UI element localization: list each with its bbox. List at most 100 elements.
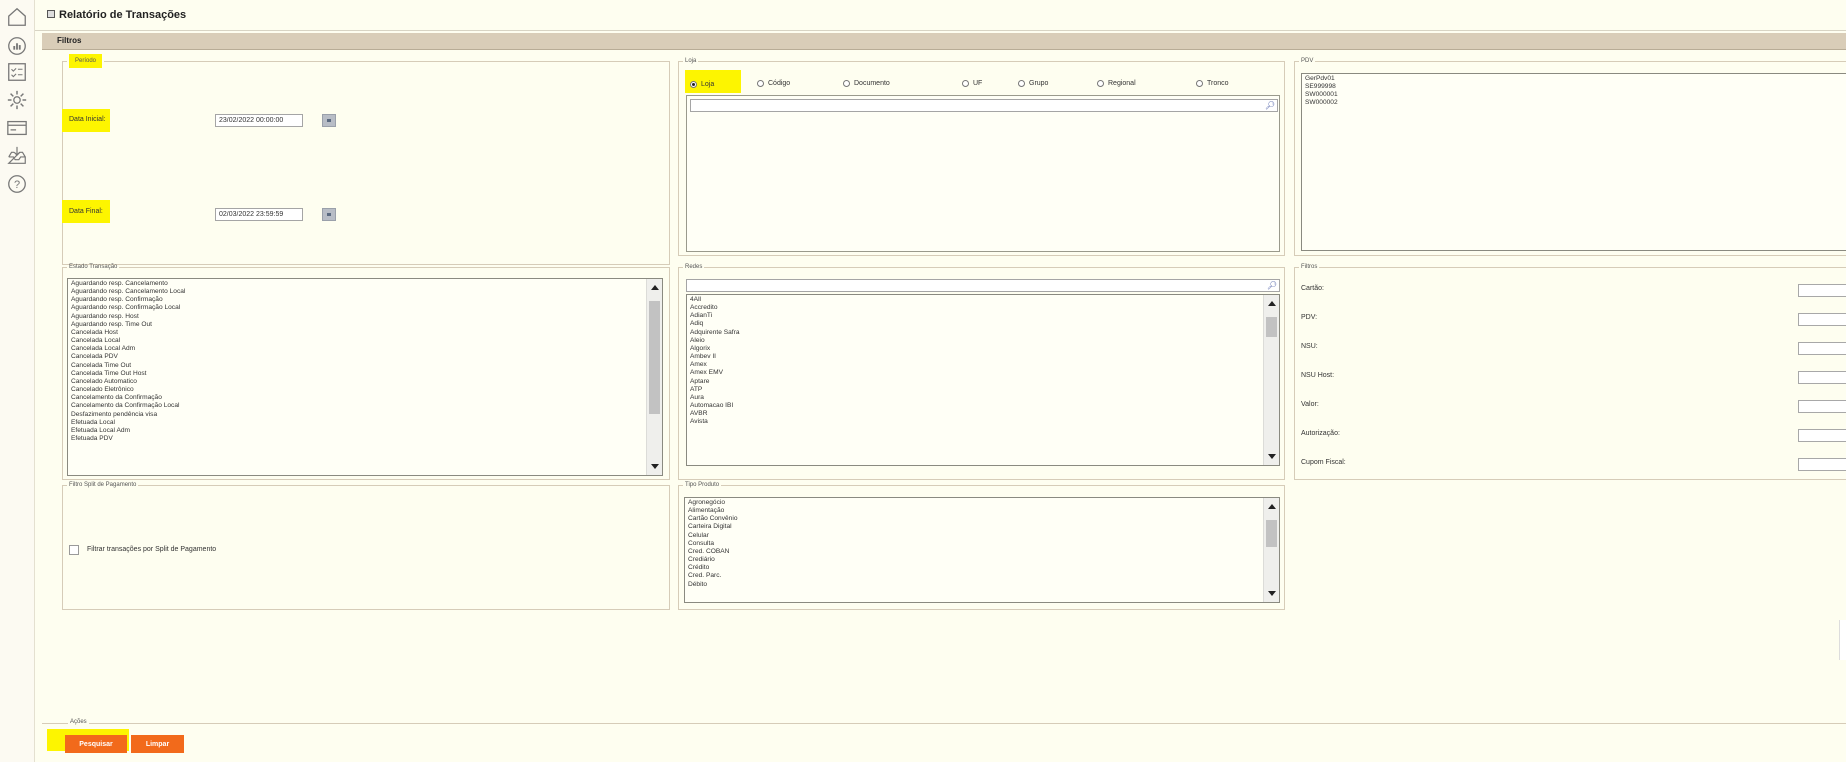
list-item[interactable]: Agronegócio	[688, 499, 1279, 507]
list-item[interactable]: Avista	[690, 418, 1279, 426]
split-checkbox[interactable]	[69, 545, 79, 555]
home-icon[interactable]	[5, 5, 29, 29]
list-item[interactable]: AdianTi	[690, 312, 1279, 320]
list-item[interactable]: Accredito	[690, 304, 1279, 312]
list-item[interactable]: Cancelamento da Confirmação	[71, 394, 662, 402]
scroll-down-arrow-icon[interactable]	[651, 464, 659, 469]
list-item[interactable]: Aguardando resp. Confirmação	[71, 296, 662, 304]
list-item[interactable]: Aptare	[690, 378, 1279, 386]
radio-codigo[interactable]: Código	[757, 80, 790, 87]
list-item[interactable]: Cred. Parc.	[688, 572, 1279, 580]
gear-icon[interactable]	[5, 88, 29, 112]
scrollbar[interactable]	[1263, 295, 1279, 465]
scroll-up-arrow-icon[interactable]	[651, 285, 659, 290]
scroll-thumb[interactable]	[1266, 317, 1277, 337]
list-item[interactable]: SW000001	[1305, 91, 1846, 99]
list-item[interactable]: Alimentação	[688, 507, 1279, 515]
list-item[interactable]: Cancelada Local Adm	[71, 345, 662, 353]
radio-loja[interactable]: Loja	[690, 81, 714, 88]
start-calendar-button[interactable]	[322, 114, 336, 127]
nsu-host-input[interactable]	[1798, 371, 1846, 384]
list-item[interactable]: Adiq	[690, 320, 1279, 328]
list-item[interactable]: Cancelado Eletrônico	[71, 386, 662, 394]
scrollbar[interactable]	[646, 279, 662, 475]
list-item[interactable]: Cancelado Automatico	[71, 378, 662, 386]
list-item[interactable]: Aura	[690, 394, 1279, 402]
list-item[interactable]: Débito	[688, 581, 1279, 589]
scroll-thumb[interactable]	[649, 301, 660, 414]
scroll-up-arrow-icon[interactable]	[1268, 301, 1276, 306]
list-item[interactable]: Aguardando resp. Cancelamento Local	[71, 288, 662, 296]
radio-tronco[interactable]: Tronco	[1196, 80, 1229, 87]
pdv-filter-input[interactable]	[1798, 313, 1846, 326]
list-item[interactable]: SW000002	[1305, 99, 1846, 107]
list-item[interactable]: Amex EMV	[690, 369, 1279, 377]
list-item[interactable]: Aleio	[690, 337, 1279, 345]
list-item[interactable]: GerPdv01	[1305, 75, 1846, 83]
scroll-down-arrow-icon[interactable]	[1268, 591, 1276, 596]
list-item[interactable]: Crediário	[688, 556, 1279, 564]
list-item[interactable]: Efetuada PDV	[71, 435, 662, 443]
list-item[interactable]: Celular	[688, 532, 1279, 540]
dashboard-icon[interactable]	[5, 34, 29, 58]
start-date-input[interactable]	[215, 114, 303, 127]
list-item[interactable]: Automacao IBI	[690, 402, 1279, 410]
list-item[interactable]: Cancelada PDV	[71, 353, 662, 361]
list-item[interactable]: Aguardando resp. Cancelamento	[71, 280, 662, 288]
list-item[interactable]: Carteira Digital	[688, 523, 1279, 531]
end-date-input[interactable]	[215, 208, 303, 221]
list-item[interactable]: Consulta	[688, 540, 1279, 548]
list-item[interactable]: Cancelada Time Out Host	[71, 370, 662, 378]
list-item[interactable]: 4All	[690, 296, 1279, 304]
list-item[interactable]: SE999998	[1305, 83, 1846, 91]
radio-uf[interactable]: UF	[962, 80, 982, 87]
list-item[interactable]: Cred. COBAN	[688, 548, 1279, 556]
search-button[interactable]: Pesquisar	[65, 735, 127, 753]
loja-search-input[interactable]: 🔎︎	[690, 99, 1278, 112]
clear-button[interactable]: Limpar	[131, 735, 184, 753]
list-item[interactable]: Aguardando resp. Time Out	[71, 321, 662, 329]
estado-listbox[interactable]: Aguardando resp. Cancelamento Aguardando…	[67, 278, 663, 476]
list-item[interactable]: AVBR	[690, 410, 1279, 418]
list-item[interactable]: Cancelada Host	[71, 329, 662, 337]
redes-search-input[interactable]: 🔎︎	[686, 279, 1280, 292]
nsu-input[interactable]	[1798, 342, 1846, 355]
list-item[interactable]: Ambev II	[690, 353, 1279, 361]
page-scroll-tab[interactable]	[1839, 620, 1846, 660]
magnifier-icon[interactable]: 🔎︎	[1267, 281, 1277, 290]
list-item[interactable]: Efetuada Local	[71, 419, 662, 427]
list-item[interactable]: Cancelamento da Confirmação Local	[71, 402, 662, 410]
help-icon[interactable]: ?	[5, 172, 29, 196]
checklist-icon[interactable]	[5, 60, 29, 84]
card-icon[interactable]	[5, 116, 29, 140]
list-item[interactable]: Cartão Convênio	[688, 515, 1279, 523]
list-item[interactable]: Aguardando resp. Confirmação Local	[71, 304, 662, 312]
autorizacao-input[interactable]	[1798, 429, 1846, 442]
scroll-down-arrow-icon[interactable]	[1268, 454, 1276, 459]
list-item[interactable]: Cancelada Local	[71, 337, 662, 345]
inbox-download-icon[interactable]	[5, 144, 29, 168]
list-item[interactable]: Amex	[690, 361, 1279, 369]
list-item[interactable]: Crédito	[688, 564, 1279, 572]
pdv-listbox[interactable]: GerPdv01 SE999998 SW000001 SW000002	[1301, 73, 1846, 251]
list-item[interactable]: Adquirente Safra	[690, 329, 1279, 337]
redes-listbox[interactable]: 4All Accredito AdianTi Adiq Adquirente S…	[686, 294, 1280, 466]
cartao-input[interactable]	[1798, 284, 1846, 297]
loja-list-box[interactable]	[686, 95, 1280, 252]
radio-grupo[interactable]: Grupo	[1018, 80, 1048, 87]
scroll-up-arrow-icon[interactable]	[1268, 504, 1276, 509]
list-item[interactable]: Cancelada Time Out	[71, 362, 662, 370]
list-item[interactable]: Desfazimento pendência visa	[71, 411, 662, 419]
valor-input[interactable]	[1798, 400, 1846, 413]
tipo-produto-listbox[interactable]: Agronegócio Alimentação Cartão Convênio …	[684, 497, 1280, 603]
list-item[interactable]: Aguardando resp. Host	[71, 313, 662, 321]
end-calendar-button[interactable]	[322, 208, 336, 221]
scroll-thumb[interactable]	[1266, 520, 1277, 547]
list-item[interactable]: Efetuada Local Adm	[71, 427, 662, 435]
list-item[interactable]: ATP	[690, 386, 1279, 394]
scrollbar[interactable]	[1263, 498, 1279, 602]
list-item[interactable]: Algorix	[690, 345, 1279, 353]
radio-documento[interactable]: Documento	[843, 80, 890, 87]
magnifier-icon[interactable]: 🔎︎	[1265, 101, 1275, 110]
radio-regional[interactable]: Regional	[1097, 80, 1136, 87]
